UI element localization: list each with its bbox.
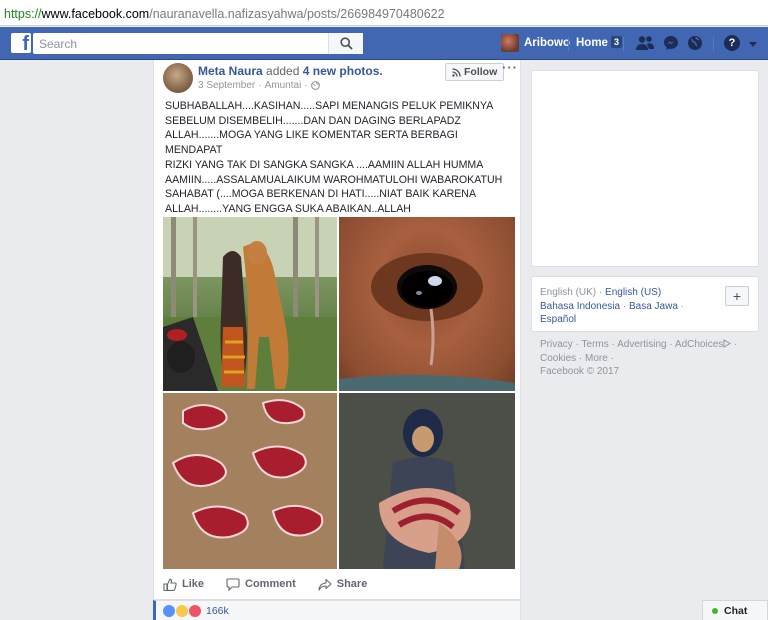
- post-body-text: SUBHABALLAH....KASIHAN.....SAPI MENANGIS…: [165, 100, 503, 230]
- language-link[interactable]: Bahasa Indonesia: [540, 301, 620, 312]
- comment-icon: [226, 577, 240, 591]
- right-column-panel: [531, 70, 759, 267]
- reactions-bar[interactable]: 166k: [153, 600, 521, 620]
- language-link[interactable]: English (US): [605, 287, 661, 298]
- share-button[interactable]: Share: [318, 578, 368, 591]
- messages-icon[interactable]: [663, 35, 679, 51]
- footer-link[interactable]: More: [585, 353, 608, 364]
- post-date-link[interactable]: 3 September: [198, 80, 255, 91]
- sad-reaction-icon: [176, 605, 188, 617]
- online-status-icon: [712, 607, 718, 614]
- url-host: www.facebook.com: [41, 7, 150, 21]
- new-photos-link[interactable]: 4 new photos.: [303, 64, 383, 78]
- avatar: [501, 34, 519, 52]
- chat-label: Chat: [724, 604, 748, 617]
- url-path: /nauranavella.nafizasyahwa/posts/2669849…: [149, 7, 445, 21]
- help-icon[interactable]: ?: [724, 35, 740, 51]
- search-button[interactable]: [328, 33, 363, 54]
- post-actions: Like Comment Share: [163, 574, 513, 594]
- photo-2-image: [339, 253, 515, 391]
- divider: [568, 37, 569, 51]
- post-verb: added: [266, 64, 300, 78]
- photo-woman-holding-meat[interactable]: [339, 393, 515, 569]
- share-arrow-icon: [318, 578, 332, 591]
- follow-label: Follow: [464, 66, 498, 78]
- divider: [623, 37, 624, 51]
- address-bar[interactable]: https://www.facebook.com/nauranavella.na…: [0, 0, 768, 26]
- account-menu-caret-icon[interactable]: [749, 42, 757, 47]
- notifications-globe-icon[interactable]: [687, 35, 703, 51]
- post-card: Meta Naura added 4 new photos. 3 Septemb…: [153, 60, 521, 600]
- rss-follow-icon: [452, 67, 461, 77]
- like-reaction-icon: [163, 605, 175, 617]
- footer-link[interactable]: Privacy: [540, 339, 573, 350]
- like-button[interactable]: Like: [163, 578, 204, 591]
- current-language: English (UK): [540, 287, 597, 298]
- divider: [713, 37, 714, 51]
- author-name-link[interactable]: Meta Naura: [198, 64, 263, 78]
- post-options-icon[interactable]: ···: [502, 60, 518, 75]
- post-header: Meta Naura added 4 new photos.: [198, 64, 383, 78]
- photo-1-image: [163, 217, 337, 391]
- footer-link[interactable]: Terms: [582, 339, 609, 350]
- comment-label: Comment: [245, 578, 296, 590]
- photo-4-image: [339, 393, 515, 569]
- share-label: Share: [336, 578, 368, 590]
- comment-button[interactable]: Comment: [226, 577, 296, 591]
- like-label: Like: [182, 578, 205, 590]
- add-language-button[interactable]: +: [725, 286, 749, 306]
- chat-tab[interactable]: Chat: [702, 600, 768, 620]
- search-icon: [340, 37, 353, 50]
- footer-link[interactable]: Cookies: [540, 353, 576, 364]
- follow-button[interactable]: Follow: [445, 63, 505, 81]
- meta-separator: ·: [258, 80, 262, 91]
- language-link[interactable]: Basa Jawa: [629, 301, 678, 312]
- home-label: Home: [576, 37, 608, 49]
- language-selector: English (UK) · English (US) Bahasa Indon…: [531, 276, 759, 332]
- photo-sliced-meat[interactable]: [163, 393, 337, 569]
- profile-link[interactable]: Aribowo: [501, 32, 570, 54]
- photo-grid: [163, 217, 515, 569]
- search-input[interactable]: [33, 33, 328, 54]
- photo-woman-hugging-cow[interactable]: [163, 217, 337, 391]
- meta-separator: ·: [304, 80, 308, 91]
- profile-name: Aribowo: [524, 37, 570, 49]
- adchoices-icon[interactable]: [723, 339, 732, 348]
- language-link[interactable]: Español: [540, 314, 576, 325]
- top-navigation-bar: f Aribowo Home3 ?: [0, 27, 768, 60]
- url-scheme: https://: [4, 7, 42, 21]
- reaction-count[interactable]: 166k: [206, 605, 229, 617]
- home-link[interactable]: Home 3: [576, 36, 622, 49]
- photo-3-image: [163, 393, 337, 569]
- author-avatar[interactable]: [163, 63, 193, 93]
- public-audience-icon[interactable]: [310, 81, 320, 90]
- search-box: [33, 33, 363, 54]
- footer-link[interactable]: AdChoices: [675, 339, 723, 350]
- post-location-link[interactable]: Amuntai: [265, 80, 302, 91]
- facebook-logo-icon[interactable]: f: [11, 33, 31, 53]
- copyright: Facebook © 2017: [540, 366, 620, 377]
- footer-links: Privacy · Terms · Advertising · AdChoice…: [540, 339, 738, 377]
- photo-crying-cow-eye[interactable]: [339, 217, 515, 391]
- friend-requests-icon[interactable]: [636, 35, 654, 51]
- home-count-badge: 3: [610, 36, 622, 48]
- post-meta: 3 September · Amuntai ·: [198, 80, 320, 91]
- love-reaction-icon: [189, 605, 201, 617]
- thumbs-up-icon: [163, 578, 177, 591]
- footer-link[interactable]: Advertising: [617, 339, 666, 350]
